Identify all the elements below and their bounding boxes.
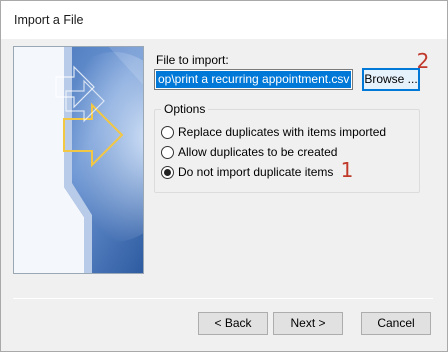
radio-allow-duplicates[interactable]: Allow duplicates to be created	[161, 144, 337, 160]
file-to-import-label: File to import:	[156, 53, 229, 67]
step-1-annotation: 1	[340, 158, 354, 182]
dialog-title: Import a File	[14, 13, 84, 27]
radio-button[interactable]	[161, 145, 174, 159]
file-path-input[interactable]: op\print a recurring appointment.csv	[154, 69, 353, 90]
radio-replace-duplicates[interactable]: Replace duplicates with items imported	[161, 124, 386, 140]
radio-label: Do not import duplicate items	[178, 165, 334, 179]
import-file-dialog: Import a File File to import: op\print a…	[0, 0, 448, 352]
radio-do-not-import-duplicates[interactable]: Do not import duplicate items	[161, 164, 333, 180]
file-path-value: op\print a recurring appointment.csv	[156, 71, 351, 88]
step-2-annotation: 2	[416, 49, 430, 73]
radio-button[interactable]	[161, 125, 174, 139]
radio-label: Replace duplicates with items imported	[178, 125, 387, 139]
back-button[interactable]: < Back	[198, 312, 268, 335]
footer-divider	[13, 298, 433, 299]
radio-button-checked[interactable]	[161, 165, 174, 179]
radio-label: Allow duplicates to be created	[178, 145, 338, 159]
title-bar: Import a File	[1, 1, 447, 39]
cancel-button[interactable]: Cancel	[361, 312, 431, 335]
next-button[interactable]: Next >	[273, 312, 343, 335]
wizard-graphic	[13, 46, 144, 274]
options-legend: Options	[161, 102, 209, 116]
